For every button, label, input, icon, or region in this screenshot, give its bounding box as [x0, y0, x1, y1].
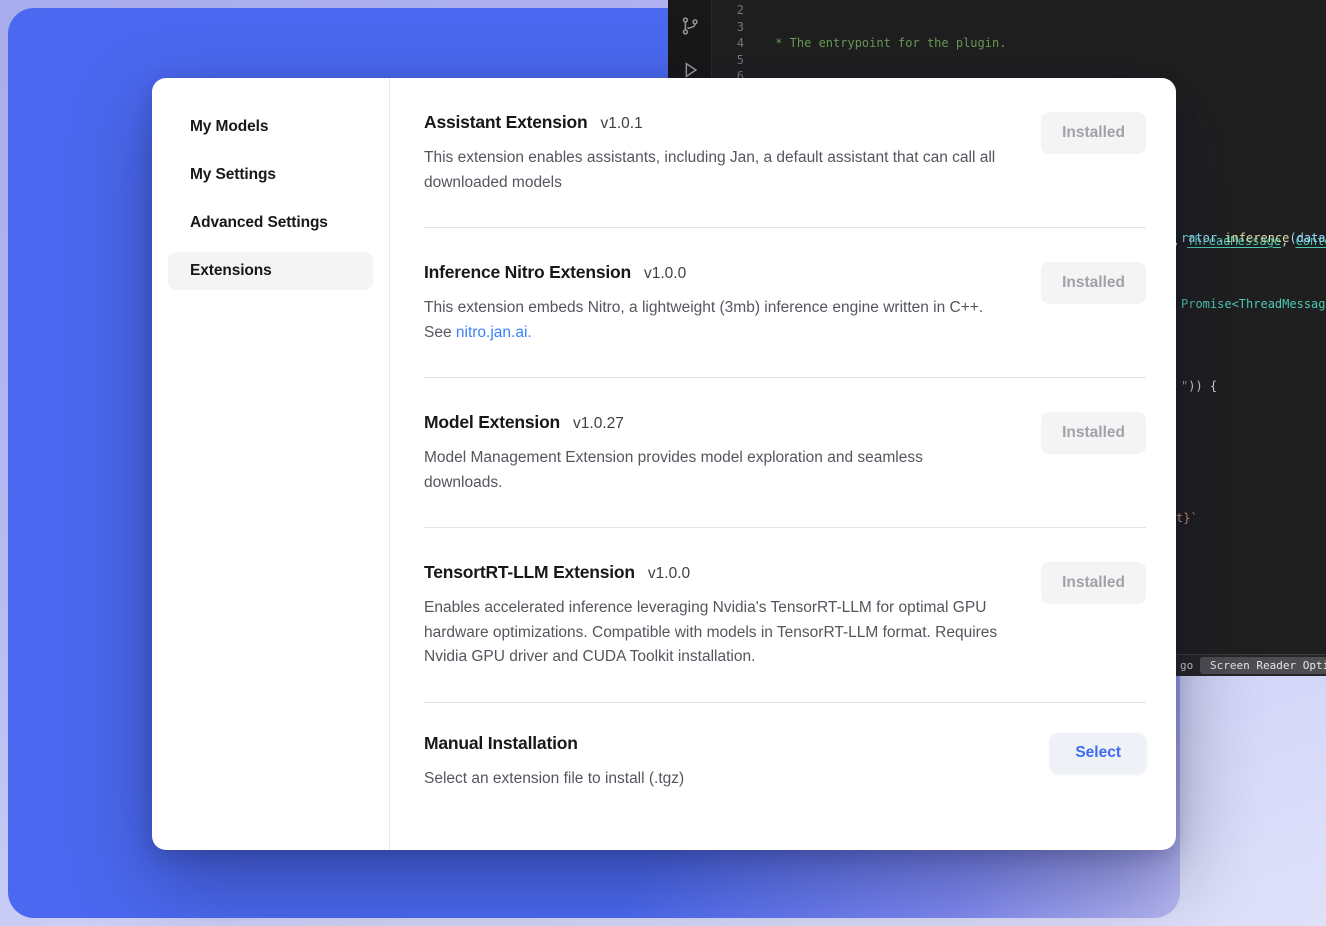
code-line: * The entrypoint for the plugin. [768, 35, 1326, 52]
screen-reader-optimized-badge[interactable]: Screen Reader Optimized [1200, 657, 1326, 674]
manual-installation-row: Manual Installation Select an extension … [424, 703, 1146, 824]
line-number: 5 [712, 52, 744, 69]
sidebar-item-my-models[interactable]: My Models [168, 108, 373, 146]
editor-line-numbers: 2 3 4 5 6 [712, 2, 744, 85]
extension-row-inference-nitro: Inference Nitro Extension v1.0.0 This ex… [424, 228, 1146, 378]
installed-button[interactable]: Installed [1041, 112, 1146, 154]
extension-version: v1.0.1 [600, 115, 642, 133]
extension-row-assistant: Assistant Extension v1.0.1 This extensio… [424, 78, 1146, 228]
manual-installation-description: Select an extension file to install (.tg… [424, 767, 684, 792]
extensions-list: Assistant Extension v1.0.1 This extensio… [390, 78, 1176, 850]
extension-row-tensorrt-llm: TensortRT-LLM Extension v1.0.0 Enables a… [424, 528, 1146, 703]
sidebar-item-extensions[interactable]: Extensions [168, 252, 373, 290]
extension-name: Model Extension [424, 412, 560, 433]
code-fragment: rator.inference(data)); [1181, 231, 1326, 245]
source-control-icon[interactable] [679, 14, 701, 38]
code-fragment: Promise<ThreadMessage> [1181, 297, 1326, 311]
nitro-jan-ai-link[interactable]: nitro.jan.ai. [456, 324, 532, 341]
extension-description: Enables accelerated inference leveraging… [424, 596, 1004, 670]
select-file-button[interactable]: Select [1050, 733, 1146, 773]
status-bar-text: go [1180, 659, 1193, 672]
installed-button[interactable]: Installed [1041, 262, 1146, 304]
extension-description: Model Management Extension provides mode… [424, 446, 1004, 495]
line-number: 3 [712, 19, 744, 36]
installed-button[interactable]: Installed [1041, 412, 1146, 454]
sidebar-item-my-settings[interactable]: My Settings [168, 156, 373, 194]
extension-version: v1.0.0 [648, 565, 690, 583]
line-number: 2 [712, 2, 744, 19]
extension-version: v1.0.27 [573, 415, 624, 433]
extension-name: Assistant Extension [424, 112, 587, 133]
line-number: 4 [712, 35, 744, 52]
code-fragment: ")) { [1181, 379, 1217, 393]
extension-description: This extension enables assistants, inclu… [424, 146, 1004, 195]
extension-description: This extension embeds Nitro, a lightweig… [424, 296, 1004, 345]
extension-version: v1.0.0 [644, 265, 686, 283]
extension-row-model: Model Extension v1.0.27 Model Management… [424, 378, 1146, 528]
code-fragment: t}` [1176, 511, 1198, 525]
installed-button[interactable]: Installed [1041, 562, 1146, 604]
settings-sidebar: My Models My Settings Advanced Settings … [152, 78, 390, 850]
extension-name: Inference Nitro Extension [424, 262, 631, 283]
settings-modal: My Models My Settings Advanced Settings … [152, 78, 1176, 850]
desktop: 2 3 4 5 6 * The entrypoint for the plugi… [0, 0, 1326, 926]
sidebar-item-advanced-settings[interactable]: Advanced Settings [168, 204, 373, 242]
manual-installation-title: Manual Installation [424, 733, 684, 754]
extension-name: TensortRT-LLM Extension [424, 562, 635, 583]
